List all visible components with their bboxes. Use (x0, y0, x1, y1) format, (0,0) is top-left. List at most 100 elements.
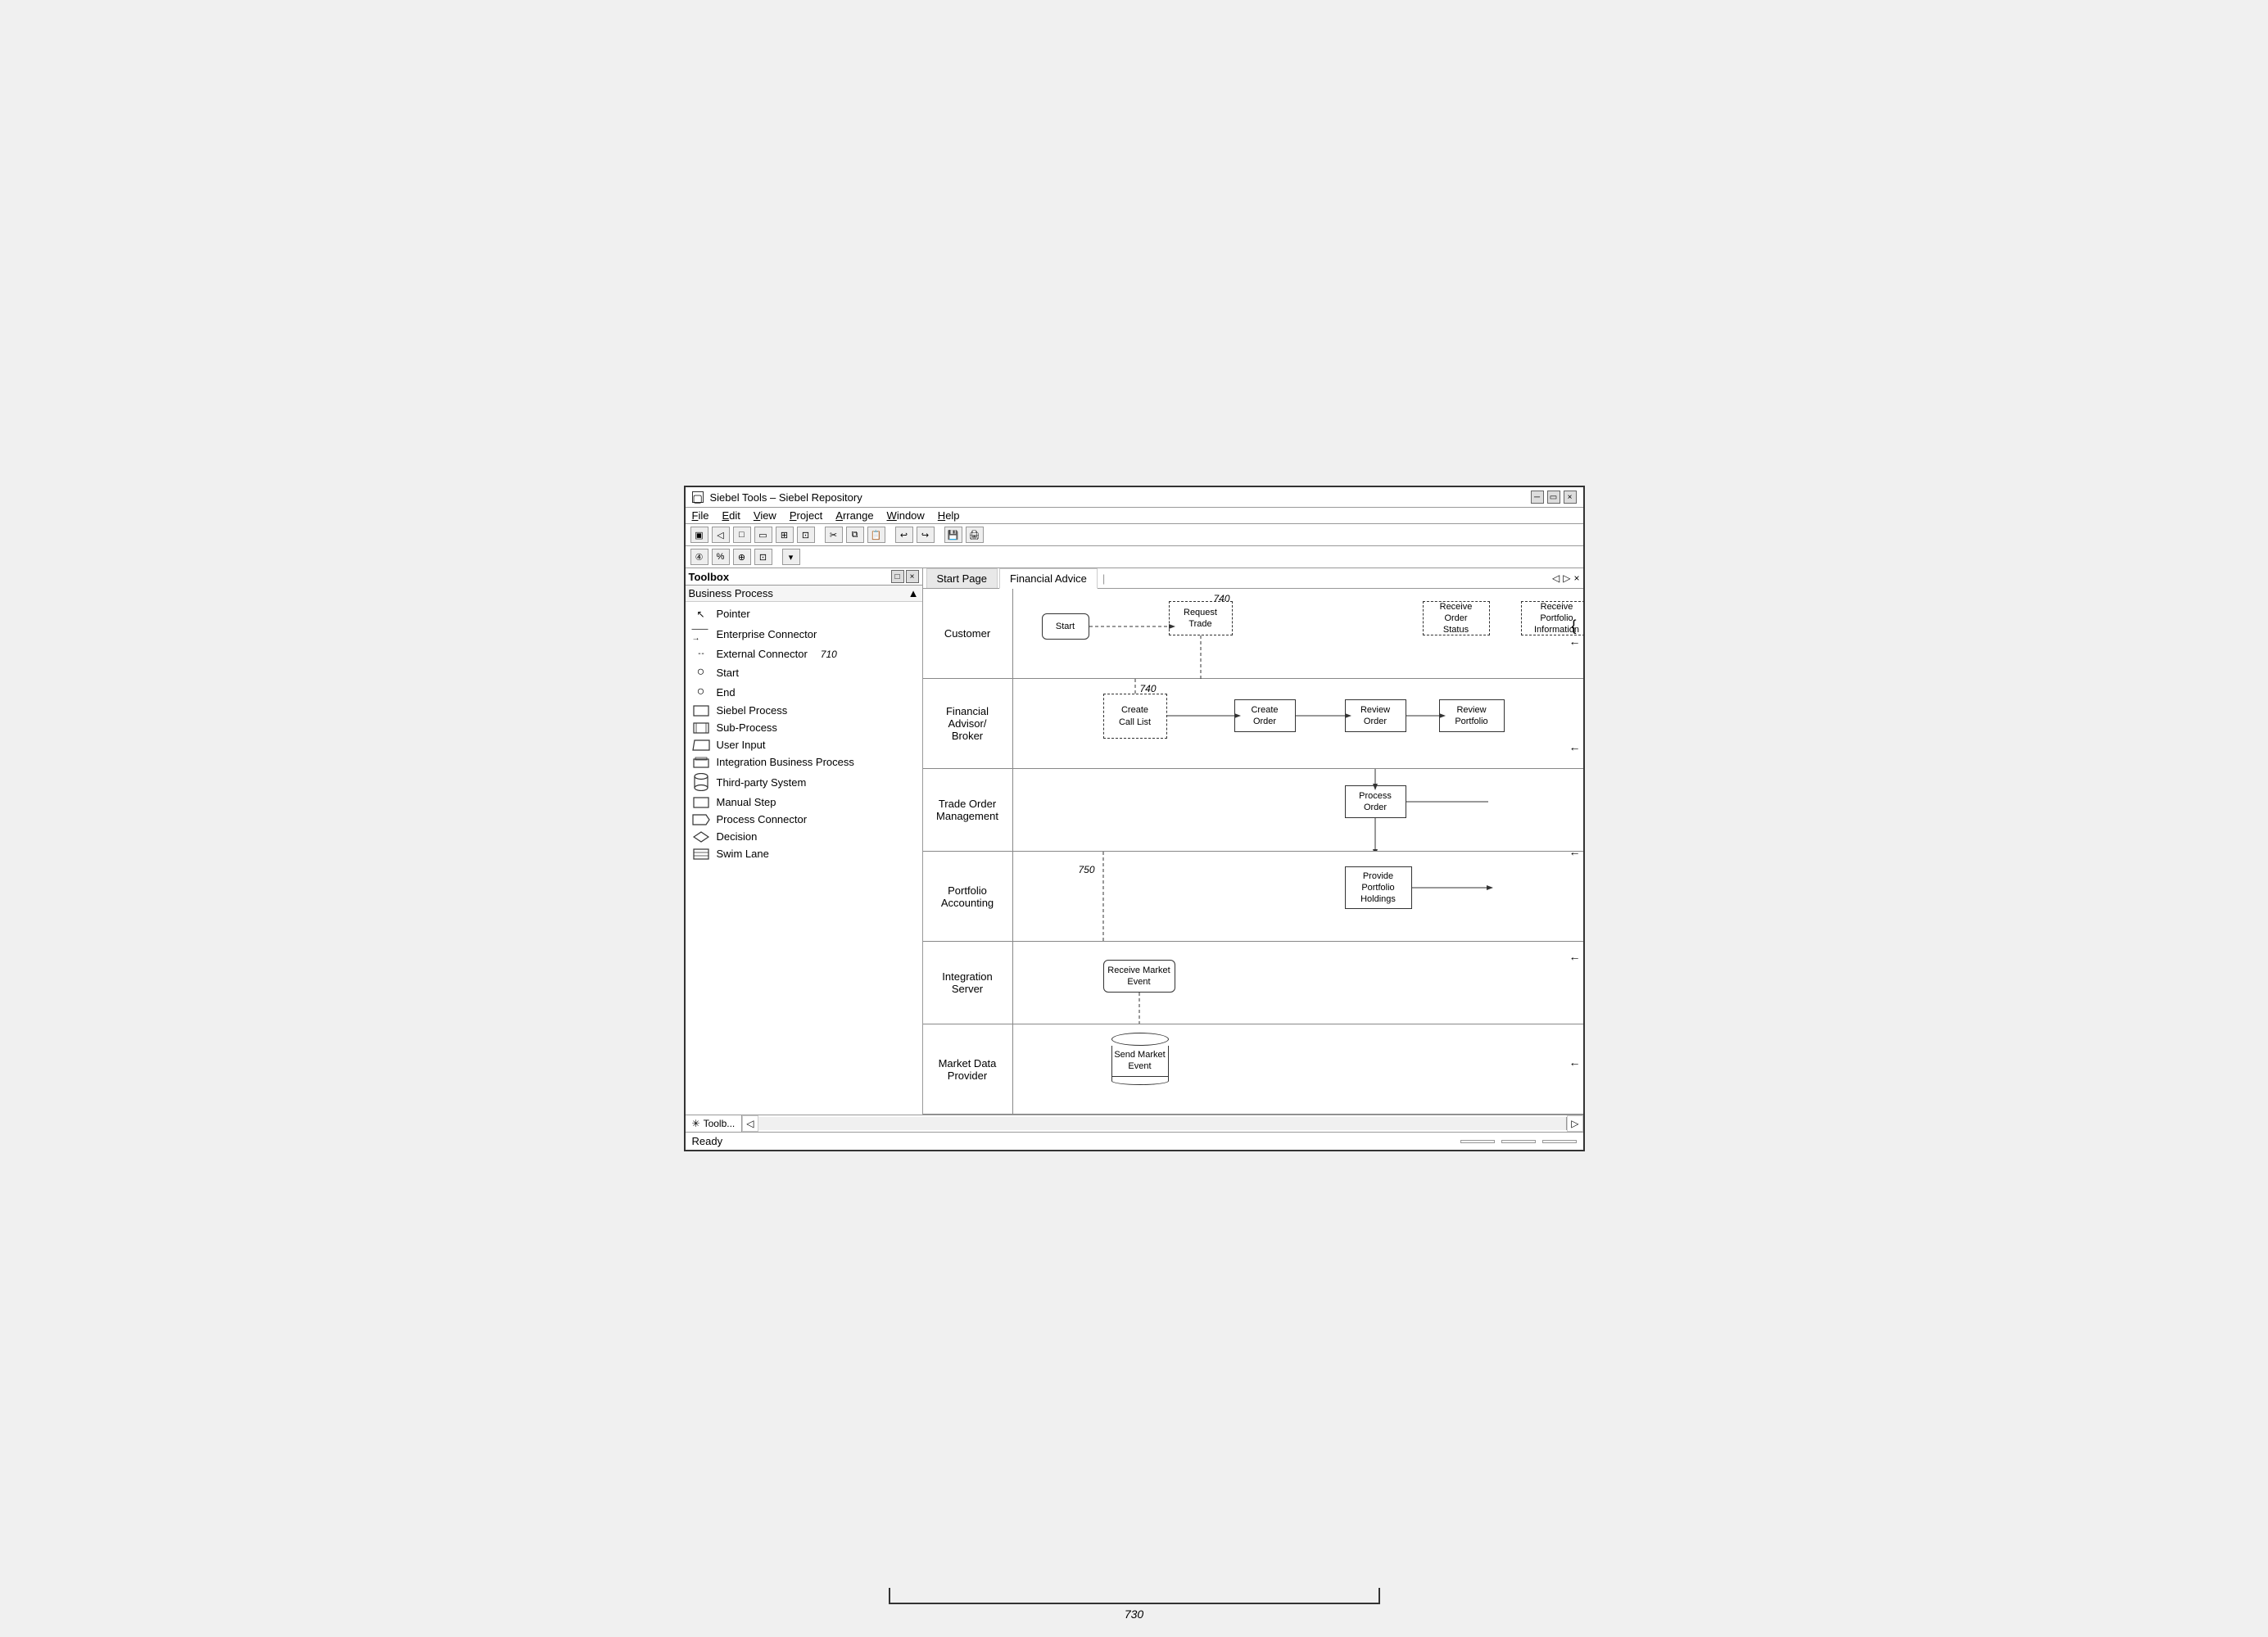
toolbox-item-pointer-label: Pointer (717, 608, 750, 620)
receive-order-status-box[interactable]: ReceiveOrderStatus (1423, 601, 1490, 635)
menu-edit[interactable]: Edit (722, 509, 740, 522)
lane-market-label: Market DataProvider (923, 1024, 1013, 1114)
bracket-730 (889, 1588, 1380, 1604)
toolbox-item-user-input[interactable]: User Input (686, 736, 922, 753)
scroll-right-btn[interactable]: ▷ (1567, 1115, 1582, 1132)
toolbox-item-decision[interactable]: Decision (686, 828, 922, 845)
menu-project[interactable]: Project (790, 509, 822, 522)
menu-bar: File Edit View Project Arrange Window He… (686, 508, 1583, 524)
tab-bar: Start Page Financial Advice | ◁ ▷ × (923, 568, 1583, 589)
toolbox-item-start[interactable]: ○ Start (686, 662, 922, 682)
tab-close-btn[interactable]: × (1573, 572, 1579, 584)
toolbox-category-label: Business Process (689, 587, 773, 599)
tb-grid2-btn[interactable]: ⊡ (797, 527, 815, 543)
tb-cut-btn[interactable]: ✂ (825, 527, 843, 543)
toolbox-item-process-connector[interactable]: Process Connector (686, 811, 922, 828)
menu-help[interactable]: Help (938, 509, 960, 522)
bottom-bar: ✳ Toolb... ◁ ▷ (686, 1115, 1583, 1132)
status-text: Ready (692, 1135, 723, 1147)
canvas-area: Start Page Financial Advice | ◁ ▷ × Cust… (923, 568, 1583, 1115)
tab-financial-advice[interactable]: Financial Advice (999, 568, 1098, 589)
label-710: 710 (821, 649, 837, 660)
tb-rect2-btn[interactable]: ▭ (754, 527, 772, 543)
tb-r3-btn[interactable]: ⊕ (733, 549, 751, 565)
start-icon: ○ (692, 665, 710, 680)
lane-customer-content: 740 750 Start RequestTrade ReceiveOrderS… (1013, 589, 1583, 678)
request-trade-box[interactable]: RequestTrade (1169, 601, 1233, 635)
lane-portfolio-label: PortfolioAccounting (923, 852, 1013, 941)
close-button[interactable]: × (1564, 491, 1577, 504)
app-icon: ▢ (692, 491, 704, 503)
minimize-button[interactable]: ─ (1531, 491, 1544, 504)
scroll-left-btn[interactable]: ◁ (742, 1115, 758, 1132)
swim-lane-portfolio: PortfolioAccounting 750 ProvidePortfolio… (923, 852, 1583, 942)
tb-r5-btn[interactable]: ▾ (782, 549, 800, 565)
toolbox-item-manual-step[interactable]: Manual Step (686, 794, 922, 811)
right-arrow-4: ← (1569, 950, 1581, 963)
toolbox-title: Toolbox (689, 571, 730, 583)
tb-r1-btn[interactable]: ④ (690, 549, 708, 565)
receive-market-event-box[interactable]: Receive MarketEvent (1103, 960, 1175, 993)
toolbox-item-siebel-process[interactable]: Siebel Process (686, 702, 922, 719)
tb-print-btn[interactable]: 🖨 (966, 527, 984, 543)
process-order-box[interactable]: ProcessOrder (1345, 785, 1406, 818)
toolbox-tab[interactable]: ✳ Toolb... (686, 1115, 743, 1132)
review-portfolio-box[interactable]: ReviewPortfolio (1439, 699, 1505, 732)
toolbox-item-external-connector[interactable]: - - External Connector 710 (686, 645, 922, 662)
tb-paste-btn[interactable]: 📋 (867, 527, 885, 543)
toolbox-item-enterprise-connector[interactable]: ——→ Enterprise Connector (686, 622, 922, 645)
create-order-box[interactable]: CreateOrder (1234, 699, 1296, 732)
bottom-scroll-area[interactable] (758, 1117, 1568, 1130)
provide-portfolio-box[interactable]: ProvidePortfolioHoldings (1345, 866, 1412, 909)
tab-start-page-label: Start Page (937, 572, 987, 585)
toolbox-item-integration-business-process[interactable]: Integration Business Process (686, 753, 922, 771)
tb-new-btn[interactable]: ▣ (690, 527, 708, 543)
toolbox-category: Business Process ▲ (686, 586, 922, 602)
right-arrow-5: ← (1569, 1056, 1581, 1069)
lane-integration-label: IntegrationServer (923, 942, 1013, 1024)
swim-lane-market: Market DataProvider Send MarketEvent (923, 1024, 1583, 1115)
tb-save-btn[interactable]: 💾 (944, 527, 962, 543)
tb-back-btn[interactable]: ◁ (712, 527, 730, 543)
maximize-button[interactable]: ▭ (1547, 491, 1560, 504)
toolbox-item-swim-lane[interactable]: Swim Lane (686, 845, 922, 862)
tb-rect-btn[interactable]: □ (733, 527, 751, 543)
tb-undo-btn[interactable]: ↩ (895, 527, 913, 543)
toolbox-tab-icon: ✳ (692, 1118, 700, 1129)
menu-arrange[interactable]: Arrange (835, 509, 873, 522)
toolbar-1: ▣ ◁ □ ▭ ⊞ ⊡ ✂ ⧉ 📋 ↩ ↪ 💾 🖨 (686, 524, 1583, 546)
label-730: 730 (1125, 1608, 1143, 1621)
toolbox-pin-btn[interactable]: □ (891, 570, 904, 583)
create-call-list-box[interactable]: CreateCall List (1103, 694, 1167, 739)
tb-r2-btn[interactable]: % (712, 549, 730, 565)
toolbox-item-decision-label: Decision (717, 830, 758, 843)
toolbox-item-siebel-process-label: Siebel Process (717, 704, 788, 717)
toolbox-item-sub-process[interactable]: Sub-Process (686, 719, 922, 736)
tb-r4-btn[interactable]: ⊡ (754, 549, 772, 565)
tom-arrows (1013, 769, 1583, 851)
start-box[interactable]: Start (1042, 613, 1089, 640)
tab-financial-advice-label: Financial Advice (1010, 572, 1087, 585)
menu-file[interactable]: File (692, 509, 709, 522)
tab-cursor: | (1102, 572, 1105, 585)
status-panel-1 (1460, 1140, 1495, 1143)
tb-grid-btn[interactable]: ⊞ (776, 527, 794, 543)
tb-redo-btn[interactable]: ↪ (917, 527, 935, 543)
toolbox-item-end[interactable]: ○ End (686, 682, 922, 702)
tab-start-page[interactable]: Start Page (926, 568, 998, 588)
lane-market-content: Send MarketEvent (1013, 1024, 1583, 1114)
toolbox-item-pointer[interactable]: ↖ Pointer (686, 605, 922, 622)
send-market-event-cylinder[interactable]: Send MarketEvent (1111, 1033, 1169, 1085)
end-icon: ○ (692, 685, 710, 699)
toolbox-close-btn[interactable]: × (906, 570, 919, 583)
tab-next-btn[interactable]: ▷ (1563, 572, 1570, 584)
toolbox-item-process-connector-label: Process Connector (717, 813, 808, 825)
toolbox-item-third-party-system[interactable]: Third-party System (686, 771, 922, 794)
tab-prev-btn[interactable]: ◁ (1552, 572, 1560, 584)
menu-window[interactable]: Window (887, 509, 925, 522)
tb-copy-btn[interactable]: ⧉ (846, 527, 864, 543)
toolbox-tab-label: Toolb... (704, 1118, 736, 1129)
menu-view[interactable]: View (754, 509, 776, 522)
title-bar-left: ▢ Siebel Tools – Siebel Repository (692, 491, 862, 504)
review-order-box[interactable]: ReviewOrder (1345, 699, 1406, 732)
